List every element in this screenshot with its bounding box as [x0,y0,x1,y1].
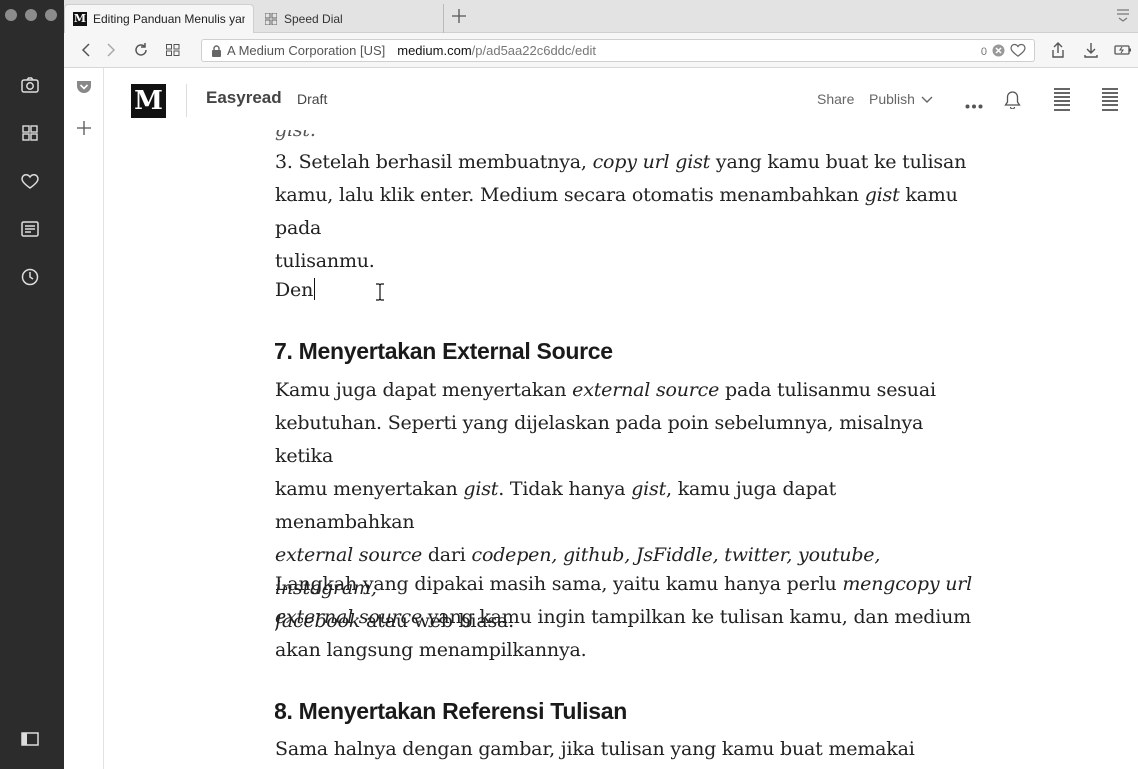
italic-text: gist [864,184,900,206]
paragraph-step3[interactable]: 3. Setelah berhasil membuatnya, copy url… [275,146,975,278]
italic-text: mengcopy url [842,573,973,595]
text: Langkah yang dipakai masih sama, yaitu k… [275,573,843,595]
certificate-label: A Medium Corporation [US] [227,43,386,58]
medium-favicon: M [73,12,87,26]
ad-block-icon[interactable] [992,44,1005,60]
typed-text: Den [275,279,314,301]
italic-text: gist [631,478,667,500]
url-path: /p/ad5aa22c6ddc/edit [471,43,596,58]
tab-label: Speed Dial [284,11,343,26]
menu-list-icon[interactable] [1101,88,1119,117]
close-window-button[interactable] [5,9,17,21]
opera-sidebar [0,0,64,769]
text: akan langsung menampilkannya. [275,639,587,661]
reading-list-icon[interactable] [1053,88,1071,117]
forward-icon[interactable] [102,41,120,59]
share-page-icon[interactable] [1049,41,1067,59]
medium-logo[interactable]: M [131,84,166,118]
article-editor[interactable]: gist. 3. Setelah berhasil membuatnya, co… [275,130,975,769]
publish-button[interactable]: Publish [869,91,933,107]
lock-icon[interactable] [211,44,222,57]
italic-text: gist [463,478,499,500]
download-icon[interactable] [1082,41,1100,59]
minimize-window-button[interactable] [25,9,37,21]
text: tulisanmu. [275,250,375,272]
chevron-down-icon [921,91,933,107]
publish-label: Publish [869,91,915,107]
share-button[interactable]: Share [817,91,854,107]
paragraph-typing[interactable]: Den [275,274,316,307]
notifications-bell-icon[interactable] [1004,90,1021,114]
url-host: medium.com [397,43,472,58]
tab-label: Editing Panduan Menulis yang [93,12,245,26]
camera-icon[interactable] [20,75,40,95]
text: 3. Setelah berhasil membuatnya, [275,151,593,173]
back-icon[interactable] [77,41,95,59]
paragraph-cut: gist. [275,130,316,147]
extension-panel [64,68,104,769]
italic-text: external source [572,379,720,401]
news-icon[interactable] [20,219,40,239]
paragraph-section-8[interactable]: Sama halnya dengan gambar, jika tulisan … [275,733,975,769]
italic-text: external source [275,606,422,628]
tab-strip: M Editing Panduan Menulis yang Speed Dia… [0,0,1138,33]
text: kamu menyertakan [275,478,464,500]
tab-speed-dial[interactable]: Speed Dial [256,4,444,33]
tab-grid-icon[interactable] [164,41,182,59]
maximize-window-button[interactable] [45,9,57,21]
bookmark-heart-icon[interactable] [1010,43,1026,60]
history-icon[interactable] [20,267,40,287]
tab-editing[interactable]: M Editing Panduan Menulis yang [64,4,254,33]
heading-section-8[interactable]: 8. Menyertakan Referensi Tulisan [275,698,627,725]
text: . Tidak hanya [498,478,632,500]
speed-dial-icon[interactable] [20,123,40,143]
new-tab-button[interactable] [448,5,470,27]
text: kamu, lalu klik enter. Medium secara oto… [275,184,865,206]
navigation-bar: A Medium Corporation [US] medium.com /p/… [64,33,1138,68]
heart-icon[interactable] [20,171,40,191]
text: pada tulisanmu sesuai [719,379,936,401]
text: Sama halnya dengan gambar, jika tulisan … [275,738,915,760]
cut-text: gist. [275,130,316,141]
text-caret [314,278,316,300]
italic-text: external source [275,544,422,566]
text: yang kamu ingin tampilkan ke tulisan kam… [422,606,971,628]
more-options-icon[interactable] [965,96,983,114]
heading-section-7[interactable]: 7. Menyertakan External Source [275,338,613,365]
paragraph-section-7b[interactable]: Langkah yang dipakai masih sama, yaitu k… [275,568,972,667]
text: Kamu juga dapat menyertakan [275,379,573,401]
publication-name[interactable]: Easyread [206,88,282,108]
address-field[interactable]: A Medium Corporation [US] medium.com /p/… [201,39,1035,62]
italic-text: copy url gist [592,151,711,173]
sidebar-toggle-icon[interactable] [20,729,40,749]
medium-header: M Easyread Draft Share Publish [104,68,1138,130]
reload-icon[interactable] [132,41,150,59]
blocked-count: 0 [980,45,987,58]
draft-status: Draft [297,91,328,107]
add-panel-icon[interactable] [77,121,91,140]
tab-menu-icon[interactable] [1116,8,1130,22]
text: yang kamu buat ke tulisan [710,151,967,173]
pocket-icon[interactable] [76,80,92,99]
text-cursor-icon [375,283,385,301]
battery-saver-icon[interactable] [1114,41,1132,59]
speed-dial-icon [264,12,278,26]
text: kebutuhan. Seperti yang dijelaskan pada … [275,412,924,467]
text: dari [422,544,472,566]
header-divider [186,84,187,117]
